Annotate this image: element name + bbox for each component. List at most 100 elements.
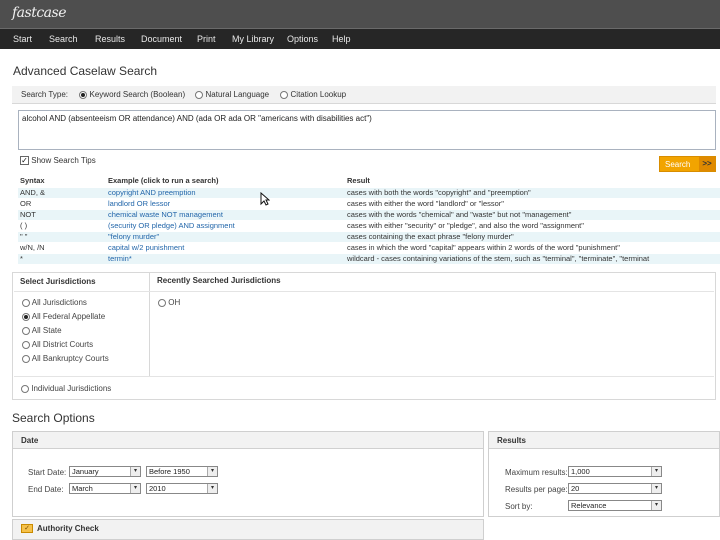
option-label: All State xyxy=(31,326,62,335)
all-jurisdictions-option[interactable]: All Jurisdictions xyxy=(22,298,87,307)
table-row: OR landlord OR lessor cases with either … xyxy=(18,199,720,209)
table-row: " " "felony murder" cases containing the… xyxy=(18,232,720,242)
radio-icon[interactable] xyxy=(21,384,29,393)
table-row: AND, & copyright AND preemption cases wi… xyxy=(18,188,720,198)
syntax-header: Syntax xyxy=(20,176,45,185)
example-link[interactable]: capital w/2 punishment xyxy=(108,243,184,253)
end-month-value: March xyxy=(72,484,93,493)
radio-icon[interactable] xyxy=(22,312,30,321)
dropdown-arrow-icon: ▾ xyxy=(130,467,140,476)
max-results-value: 1,000 xyxy=(571,467,590,476)
result-header: Result xyxy=(347,176,370,185)
radio-icon[interactable] xyxy=(158,298,166,307)
example-link[interactable]: "felony murder" xyxy=(108,232,159,242)
search-type-label: Search Type: xyxy=(21,90,68,99)
nav-results[interactable]: Results xyxy=(95,34,125,44)
nav-print[interactable]: Print xyxy=(197,34,216,44)
radio-icon[interactable] xyxy=(22,298,30,307)
nav-document[interactable]: Document xyxy=(141,34,182,44)
query-input[interactable]: alcohol AND (absenteeism OR attendance) … xyxy=(18,110,716,150)
start-year-select[interactable]: Before 1950 ▾ xyxy=(146,466,218,477)
example-link[interactable]: termin* xyxy=(108,254,132,264)
district-courts-option[interactable]: All District Courts xyxy=(22,340,93,349)
recent-jurisdictions-title: Recently Searched Jurisdictions xyxy=(157,276,281,285)
option-label: OH xyxy=(168,298,181,307)
sort-by-label: Sort by: xyxy=(505,502,533,511)
divider xyxy=(149,273,150,376)
nav-options[interactable]: Options xyxy=(287,34,318,44)
syntax-cell: ( ) xyxy=(20,221,28,230)
authority-check-icon: ✓ xyxy=(21,524,33,533)
individual-jurisdictions-option[interactable]: Individual Jurisdictions xyxy=(21,384,111,393)
select-jurisdictions-title: Select Jurisdictions xyxy=(20,277,96,286)
max-results-select[interactable]: 1,000 ▾ xyxy=(568,466,662,477)
result-cell: cases in which the word "capital" appear… xyxy=(347,243,620,252)
citation-lookup-radio-icon[interactable] xyxy=(280,90,288,99)
nav-start[interactable]: Start xyxy=(13,34,32,44)
dropdown-arrow-icon: ▾ xyxy=(207,484,217,493)
radio-icon[interactable] xyxy=(22,354,30,363)
divider xyxy=(14,376,714,377)
keyword-radio-icon[interactable] xyxy=(79,90,87,99)
option-label: All Federal Appellate xyxy=(31,312,106,321)
divider xyxy=(14,291,714,292)
main-nav: Start Search Results Document Print My L… xyxy=(0,28,720,49)
authority-check-title: Authority Check xyxy=(37,524,99,533)
table-row: * termin* wildcard - cases containing va… xyxy=(18,254,720,264)
results-title: Results xyxy=(489,432,719,449)
example-link[interactable]: chemical waste NOT management xyxy=(108,210,223,220)
nav-help[interactable]: Help xyxy=(332,34,351,44)
show-tips-toggle[interactable]: ✓ Show Search Tips xyxy=(20,156,96,166)
search-options-title: Search Options xyxy=(12,411,95,425)
table-row: w/N, /N capital w/2 punishment cases in … xyxy=(18,243,720,253)
option-label: All Bankruptcy Courts xyxy=(31,354,109,363)
syntax-cell: AND, & xyxy=(20,188,46,197)
nav-my-library[interactable]: My Library xyxy=(232,34,274,44)
dropdown-arrow-icon: ▾ xyxy=(130,484,140,493)
show-tips-checkbox-icon[interactable]: ✓ xyxy=(20,156,29,166)
radio-icon[interactable] xyxy=(22,340,30,349)
keyword-search-label: Keyword Search (Boolean) xyxy=(89,90,186,99)
federal-appellate-option[interactable]: All Federal Appellate xyxy=(22,312,105,321)
natural-language-radio-icon[interactable] xyxy=(195,90,203,99)
dropdown-arrow-icon: ▾ xyxy=(651,467,661,476)
end-year-select[interactable]: 2010 ▾ xyxy=(146,483,218,494)
citation-lookup-option[interactable]: Citation Lookup xyxy=(280,89,346,99)
natural-language-option[interactable]: Natural Language xyxy=(195,89,269,99)
example-link[interactable]: landlord OR lessor xyxy=(108,199,170,209)
natural-language-label: Natural Language xyxy=(205,90,270,99)
table-row: ( ) (security OR pledge) AND assignment … xyxy=(18,221,720,231)
syntax-cell: NOT xyxy=(20,210,36,219)
end-date-label: End Date: xyxy=(28,485,64,494)
example-header: Example (click to run a search) xyxy=(108,176,219,185)
tips-header-row: Syntax Example (click to run a search) R… xyxy=(18,176,720,186)
per-page-value: 20 xyxy=(571,484,580,493)
example-link[interactable]: (security OR pledge) AND assignment xyxy=(108,221,235,231)
end-year-value: 2010 xyxy=(149,484,166,493)
fastcase-logo[interactable]: fastcase xyxy=(12,5,67,21)
search-button[interactable]: Search >> xyxy=(659,156,716,172)
result-cell: cases containing the exact phrase "felon… xyxy=(347,232,514,241)
radio-icon[interactable] xyxy=(22,326,30,335)
end-month-select[interactable]: March ▾ xyxy=(69,483,141,494)
authority-check-panel[interactable]: ✓ Authority Check xyxy=(12,519,484,540)
result-cell: wildcard - cases containing variations o… xyxy=(347,254,650,263)
all-state-option[interactable]: All State xyxy=(22,326,62,335)
keyword-search-option[interactable]: Keyword Search (Boolean) xyxy=(79,89,185,99)
recent-oh-option[interactable]: OH xyxy=(158,298,180,307)
bankruptcy-courts-option[interactable]: All Bankruptcy Courts xyxy=(22,354,109,363)
result-cell: cases with the words "chemical" and "was… xyxy=(347,210,572,219)
citation-lookup-label: Citation Lookup xyxy=(290,90,347,99)
date-title: Date xyxy=(13,432,483,449)
syntax-cell: OR xyxy=(20,199,32,208)
results-per-page-select[interactable]: 20 ▾ xyxy=(568,483,662,494)
start-month-select[interactable]: January ▾ xyxy=(69,466,141,477)
option-label: All District Courts xyxy=(31,340,94,349)
search-button-label: Search xyxy=(665,160,691,169)
sort-by-select[interactable]: Relevance ▾ xyxy=(568,500,662,511)
start-month-value: January xyxy=(72,467,99,476)
jurisdiction-options: All Jurisdictions All Federal Appellate … xyxy=(14,296,144,376)
nav-search[interactable]: Search xyxy=(49,34,78,44)
sort-by-value: Relevance xyxy=(571,501,607,510)
example-link[interactable]: copyright AND preemption xyxy=(108,188,196,198)
